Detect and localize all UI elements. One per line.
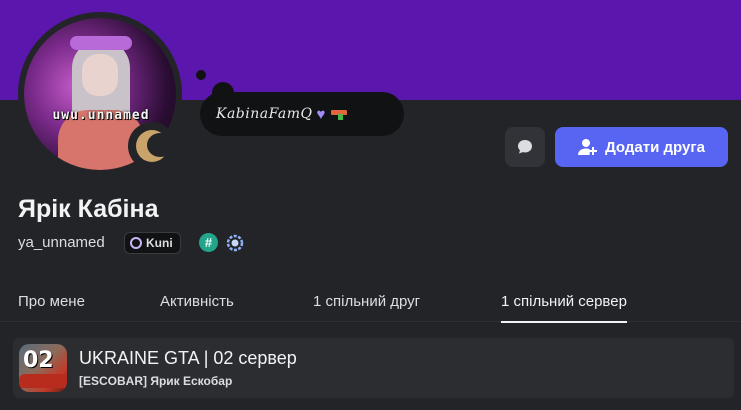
chat-bubble-icon [518,140,532,154]
tab-mutual-friends[interactable]: 1 спільний друг [313,293,420,310]
purple-heart-icon: ♥ [316,105,326,123]
server-tag-label: Kuni [146,236,173,250]
add-friend-label: Додати друга [605,138,705,156]
mutual-server-item[interactable]: 02 UKRAINE GTA | 02 сервер [ESCOBAR] Яри… [13,338,734,398]
moon-icon [136,130,173,162]
custom-status-bubble[interactable]: KabinaFamQ ♥ [200,92,404,136]
avatar-flower-crown [70,36,132,50]
custom-status-text: KabinaFamQ [216,106,313,122]
add-friend-button[interactable]: Додати друга [555,127,728,167]
server-icon: 02 [19,344,67,392]
server-nickname: [ESCOBAR] Ярик Ескобар [79,374,233,388]
laurel-badge-icon[interactable] [224,232,246,254]
message-button[interactable] [505,127,545,167]
water-gun-icon [331,108,349,120]
status-indicator [128,122,176,170]
server-tag[interactable]: Kuni [124,232,181,254]
tag-icon [130,237,142,249]
server-name: UKRAINE GTA | 02 сервер [79,348,297,368]
profile-tabs: Про мене Активність 1 спільний друг 1 сп… [0,285,741,323]
tab-mutual-servers[interactable]: 1 спільний сервер [501,293,627,323]
add-user-icon [578,139,598,155]
tab-about[interactable]: Про мене [18,293,85,310]
avatar-watermark: uwu.unnamed [52,108,150,123]
display-name: Ярік Кабіна [18,195,159,223]
username: ya_unnamed [18,234,105,251]
tab-activity[interactable]: Активність [160,293,234,310]
status-bubble-tail-small [196,70,206,80]
avatar-face [82,54,118,96]
server-icon-car [19,374,67,388]
server-icon-number: 02 [23,348,54,373]
hashtag-badge-icon[interactable]: # [199,233,218,252]
